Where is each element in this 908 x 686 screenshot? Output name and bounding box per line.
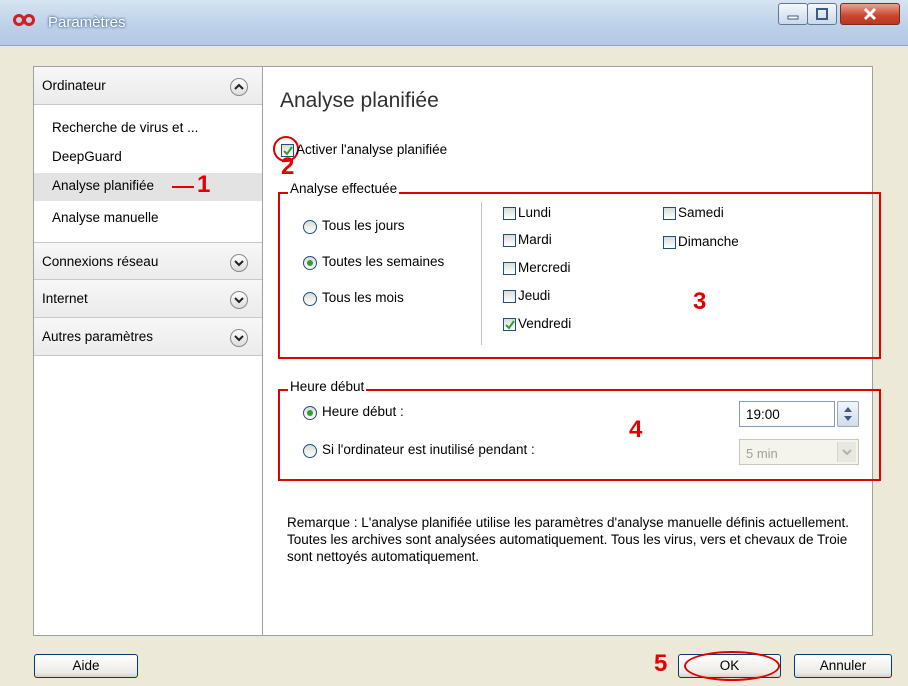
minimize-button[interactable]: [778, 3, 808, 25]
fsecure-logo-icon: [13, 14, 35, 26]
start-time-input[interactable]: 19:00: [739, 401, 835, 427]
sidebar-item-label: Analyse planifiée: [52, 178, 155, 193]
sidebar-category-autres-parametres[interactable]: Autres paramètres: [34, 318, 262, 356]
idle-duration-select[interactable]: 5 min: [739, 439, 859, 465]
sidebar-item-recherche-virus[interactable]: Recherche de virus et ...: [34, 115, 262, 143]
day-label[interactable]: Jeudi: [518, 288, 550, 303]
idle-duration-value: 5 min: [746, 446, 778, 461]
radio-label[interactable]: Tous les jours: [322, 218, 405, 233]
annotation-4: 4: [629, 416, 643, 443]
radio-selected-dot: [307, 260, 313, 266]
close-icon: [863, 7, 877, 21]
start-time-value: 19:00: [746, 407, 780, 422]
radio-tous-les-jours[interactable]: [303, 220, 317, 234]
checkmark-icon: [505, 320, 515, 330]
radio-label[interactable]: Toutes les semaines: [322, 254, 444, 269]
sidebar-item-deepguard[interactable]: DeepGuard: [34, 144, 262, 172]
sidebar-item-analyse-manuelle[interactable]: Analyse manuelle: [34, 205, 262, 233]
day-label[interactable]: Lundi: [518, 205, 551, 220]
day-label[interactable]: Samedi: [678, 205, 724, 220]
sidebar: Ordinateur Recherche de virus et ... Dee…: [34, 67, 263, 635]
day-label[interactable]: Mardi: [518, 232, 552, 247]
sidebar-category-label: Autres paramètres: [42, 329, 154, 344]
sidebar-item-label: Recherche de virus et ...: [52, 120, 199, 135]
group-divider: [481, 202, 482, 345]
sidebar-category-connexions-reseau[interactable]: Connexions réseau: [34, 242, 262, 280]
maximize-icon: [816, 8, 828, 20]
start-group-legend: Heure début: [288, 379, 367, 394]
radio-idle[interactable]: [303, 444, 317, 458]
enable-scheduled-scan-label[interactable]: Activer l'analyse planifiée: [296, 142, 447, 157]
checkbox-mardi[interactable]: [503, 234, 516, 247]
settings-window: Paramètres Ordinateur Recherche de virus…: [0, 0, 908, 686]
window-title: Paramètres: [48, 14, 126, 31]
dropdown-arrow-icon[interactable]: [837, 442, 856, 462]
day-label[interactable]: Dimanche: [678, 234, 739, 249]
annotation-1-line: [172, 186, 194, 188]
radio-label[interactable]: Tous les mois: [322, 290, 404, 305]
checkbox-dimanche[interactable]: [663, 236, 676, 249]
checkbox-lundi[interactable]: [503, 207, 516, 220]
chevron-down-icon[interactable]: [230, 329, 248, 347]
cancel-button[interactable]: Annuler: [794, 654, 892, 678]
annotation-5: 5: [654, 650, 668, 677]
page-title: Analyse planifiée: [280, 89, 439, 112]
radio-heure-debut[interactable]: [303, 406, 317, 420]
idle-label[interactable]: Si l'ordinateur est inutilisé pendant :: [322, 442, 535, 457]
help-button[interactable]: Aide: [34, 654, 138, 678]
sidebar-category-ordinateur[interactable]: Ordinateur: [34, 67, 262, 105]
chevron-down-icon[interactable]: [230, 291, 248, 309]
maximize-button[interactable]: [807, 3, 837, 25]
sidebar-item-label: DeepGuard: [52, 149, 122, 164]
annotation-1: 1: [197, 171, 211, 198]
checkbox-jeudi[interactable]: [503, 290, 516, 303]
sidebar-category-label: Internet: [42, 291, 88, 306]
day-label[interactable]: Mercredi: [518, 260, 571, 275]
chevron-down-icon[interactable]: [230, 254, 248, 272]
checkbox-mercredi[interactable]: [503, 262, 516, 275]
chevron-up-icon[interactable]: [230, 78, 248, 96]
radio-toutes-les-semaines[interactable]: [303, 256, 317, 270]
start-time-label[interactable]: Heure début :: [322, 404, 404, 419]
sidebar-item-label: Analyse manuelle: [52, 210, 159, 225]
checkbox-vendredi[interactable]: [503, 318, 516, 331]
start-time-spinner[interactable]: [837, 401, 859, 427]
day-label[interactable]: Vendredi: [518, 316, 571, 331]
close-button[interactable]: [840, 3, 900, 25]
checkbox-samedi[interactable]: [663, 207, 676, 220]
frequency-group-legend: Analyse effectuée: [288, 181, 400, 196]
sidebar-category-label: Connexions réseau: [42, 254, 159, 269]
annotation-3: 3: [693, 288, 707, 315]
annotation-2: 2: [281, 153, 295, 180]
sidebar-item-analyse-planifiee[interactable]: Analyse planifiée: [34, 173, 262, 201]
radio-selected-dot: [307, 410, 313, 416]
minimize-icon: [787, 15, 799, 20]
spinner-arrows-icon: [844, 407, 852, 421]
sidebar-category-internet[interactable]: Internet: [34, 280, 262, 318]
title-bar[interactable]: Paramètres: [0, 0, 908, 46]
radio-tous-les-mois[interactable]: [303, 292, 317, 306]
sidebar-category-label: Ordinateur: [42, 78, 106, 93]
note-text: Remarque : L'analyse planifiée utilise l…: [287, 515, 849, 564]
annotation-5-circle: [684, 651, 780, 681]
